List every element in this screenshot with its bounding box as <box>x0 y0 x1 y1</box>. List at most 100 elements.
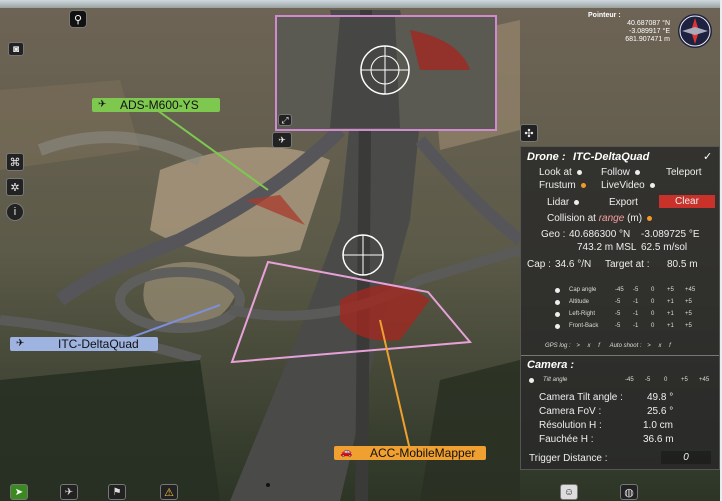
frustum-toggle[interactable]: Frustum <box>539 180 586 192</box>
step-button[interactable]: -5 <box>615 299 620 305</box>
launch-icon[interactable]: ➤ <box>10 484 28 500</box>
step-button[interactable]: -5 <box>633 287 638 293</box>
step-button[interactable]: -1 <box>633 323 638 329</box>
step-button[interactable]: -1 <box>633 299 638 305</box>
flag-icon[interactable]: ⚑ <box>108 484 126 500</box>
collision-range: range <box>598 213 625 224</box>
drone-marker-icon[interactable]: ✈ <box>272 132 292 148</box>
geo-label: Geo : <box>541 229 566 240</box>
control-rows: Cap angle -45 -5 0 +5 +45 Altitude -5 -1 0 +1 +5 Lef… <box>521 285 721 335</box>
warning-icon[interactable]: ⚠ <box>160 484 178 500</box>
collision-toggle[interactable]: Collision at range (m) <box>547 213 653 225</box>
livevideo-label: LiveVideo <box>601 180 645 191</box>
resize-icon[interactable]: ⤢ <box>278 114 292 126</box>
step-button[interactable]: 0 <box>651 311 654 317</box>
plane-icon[interactable]: ✈ <box>60 484 78 500</box>
camera-panel-title: Camera : <box>527 359 575 371</box>
drone-label-acc-mobilemapper[interactable]: 🚗 ACC-MobileMapper <box>334 446 486 460</box>
panel-divider <box>521 355 719 356</box>
step-button[interactable]: 0 <box>651 323 654 329</box>
control-row: Cap angle -45 -5 0 +5 +45 <box>521 285 721 297</box>
tilt-btn-p5[interactable]: +5 <box>681 377 688 383</box>
tilt-angle-label: Tilt angle <box>543 377 568 383</box>
step-button[interactable]: 0 <box>651 299 654 305</box>
drone-panel-title: Drone : <box>527 151 566 163</box>
tilt-dot <box>529 378 534 383</box>
auto-shoot-label: Auto shoot : <box>609 343 642 349</box>
msl-value: 743.2 m MSL <box>577 242 637 253</box>
lidar-dot <box>574 199 580 205</box>
camera-icon[interactable]: ◙ <box>8 42 24 56</box>
fauchee-label: Fauchée H : <box>539 434 594 445</box>
tilt-btn-m5[interactable]: -5 <box>645 377 650 383</box>
step-button[interactable]: +5 <box>685 323 692 329</box>
gps-stop-button[interactable]: x <box>588 343 591 349</box>
compass-icon[interactable] <box>678 14 712 48</box>
row-dot[interactable] <box>555 312 560 317</box>
resolution-label: Résolution H : <box>539 420 602 431</box>
step-button[interactable]: +1 <box>667 299 674 305</box>
step-button[interactable]: -1 <box>633 311 638 317</box>
lidar-toggle[interactable]: Lidar <box>547 197 580 209</box>
teleport-button[interactable]: Teleport <box>666 167 702 179</box>
quadcopter-icon[interactable]: ✣ <box>520 124 538 142</box>
pointer-lon: -3.089917 °E <box>629 28 670 35</box>
drone-label-ads-m600[interactable]: ✈ ADS-M600-YS <box>92 98 220 112</box>
trigger-distance-value[interactable]: 0 <box>661 451 711 464</box>
auto-stop-button[interactable]: x <box>658 343 661 349</box>
tilt-btn-0[interactable]: 0 <box>664 377 667 383</box>
map-marker-icon[interactable]: ⚲ <box>69 10 87 28</box>
drone-control-panel: Drone : ITC-DeltaQuad ✓ Look at Follow T… <box>520 146 720 470</box>
robot-icon[interactable]: ☺ <box>560 484 578 500</box>
pointer-alt: 681.907471 m <box>625 36 670 43</box>
step-button[interactable]: 0 <box>651 287 654 293</box>
step-button[interactable]: +1 <box>667 323 674 329</box>
tilt-row: Tilt angle -45 -5 0 +5 +45 <box>521 375 721 387</box>
livevideo-dot <box>649 182 655 188</box>
drone-name[interactable]: ITC-DeltaQuad <box>573 151 649 163</box>
drone-fleet-icon[interactable]: ✲ <box>6 178 24 196</box>
look-at-toggle[interactable]: Look at <box>539 167 582 179</box>
pointer-lat: 40.687087 °N <box>627 20 670 27</box>
control-row: Front-Back -5 -1 0 +1 +5 <box>521 321 721 333</box>
livevideo-toggle[interactable]: LiveVideo <box>601 180 655 192</box>
tilt-btn-m45[interactable]: -45 <box>625 377 634 383</box>
auto-start-button[interactable]: > <box>647 343 651 349</box>
clear-label: Clear <box>675 196 699 207</box>
drone-label-text: ACC-MobileMapper <box>370 446 476 460</box>
step-button[interactable]: +5 <box>667 287 674 293</box>
drone-label-text: ITC-DeltaQuad <box>58 337 139 351</box>
step-button[interactable]: +1 <box>667 311 674 317</box>
step-button[interactable]: +5 <box>685 299 692 305</box>
globe-icon[interactable]: ◍ <box>620 484 638 500</box>
control-row: Altitude -5 -1 0 +1 +5 <box>521 297 721 309</box>
cap-label: Cap : <box>527 259 551 270</box>
step-button[interactable]: +5 <box>685 311 692 317</box>
tilt-btn-p45[interactable]: +45 <box>699 377 709 383</box>
follow-toggle[interactable]: Follow <box>601 167 640 179</box>
drone-label-text: ADS-M600-YS <box>120 98 199 112</box>
step-button[interactable]: -5 <box>615 323 620 329</box>
info-icon[interactable]: i <box>6 203 24 221</box>
network-icon[interactable]: ⌘ <box>6 153 24 171</box>
row-dot[interactable] <box>555 288 560 293</box>
frustum-label: Frustum <box>539 180 576 191</box>
collision-dot <box>647 215 653 221</box>
drone-label-itc-deltaquad[interactable]: ✈ ITC-DeltaQuad <box>10 337 158 351</box>
step-button[interactable]: +45 <box>685 287 695 293</box>
look-at-dot <box>576 169 582 175</box>
export-button[interactable]: Export <box>609 197 638 209</box>
gps-file-button[interactable]: f <box>598 343 600 349</box>
frustum-dot <box>580 182 586 188</box>
gps-start-button[interactable]: > <box>576 343 580 349</box>
step-button[interactable]: -5 <box>615 311 620 317</box>
step-button[interactable]: -45 <box>615 287 624 293</box>
row-dot[interactable] <box>555 324 560 329</box>
car-icon: 🚗 <box>340 447 353 458</box>
auto-file-button[interactable]: f <box>669 343 671 349</box>
check-icon[interactable]: ✓ <box>703 150 712 163</box>
pointer-title: Pointeur : <box>588 12 621 19</box>
clear-button[interactable]: Clear <box>659 195 715 208</box>
row-dot[interactable] <box>555 300 560 305</box>
follow-dot <box>634 169 640 175</box>
